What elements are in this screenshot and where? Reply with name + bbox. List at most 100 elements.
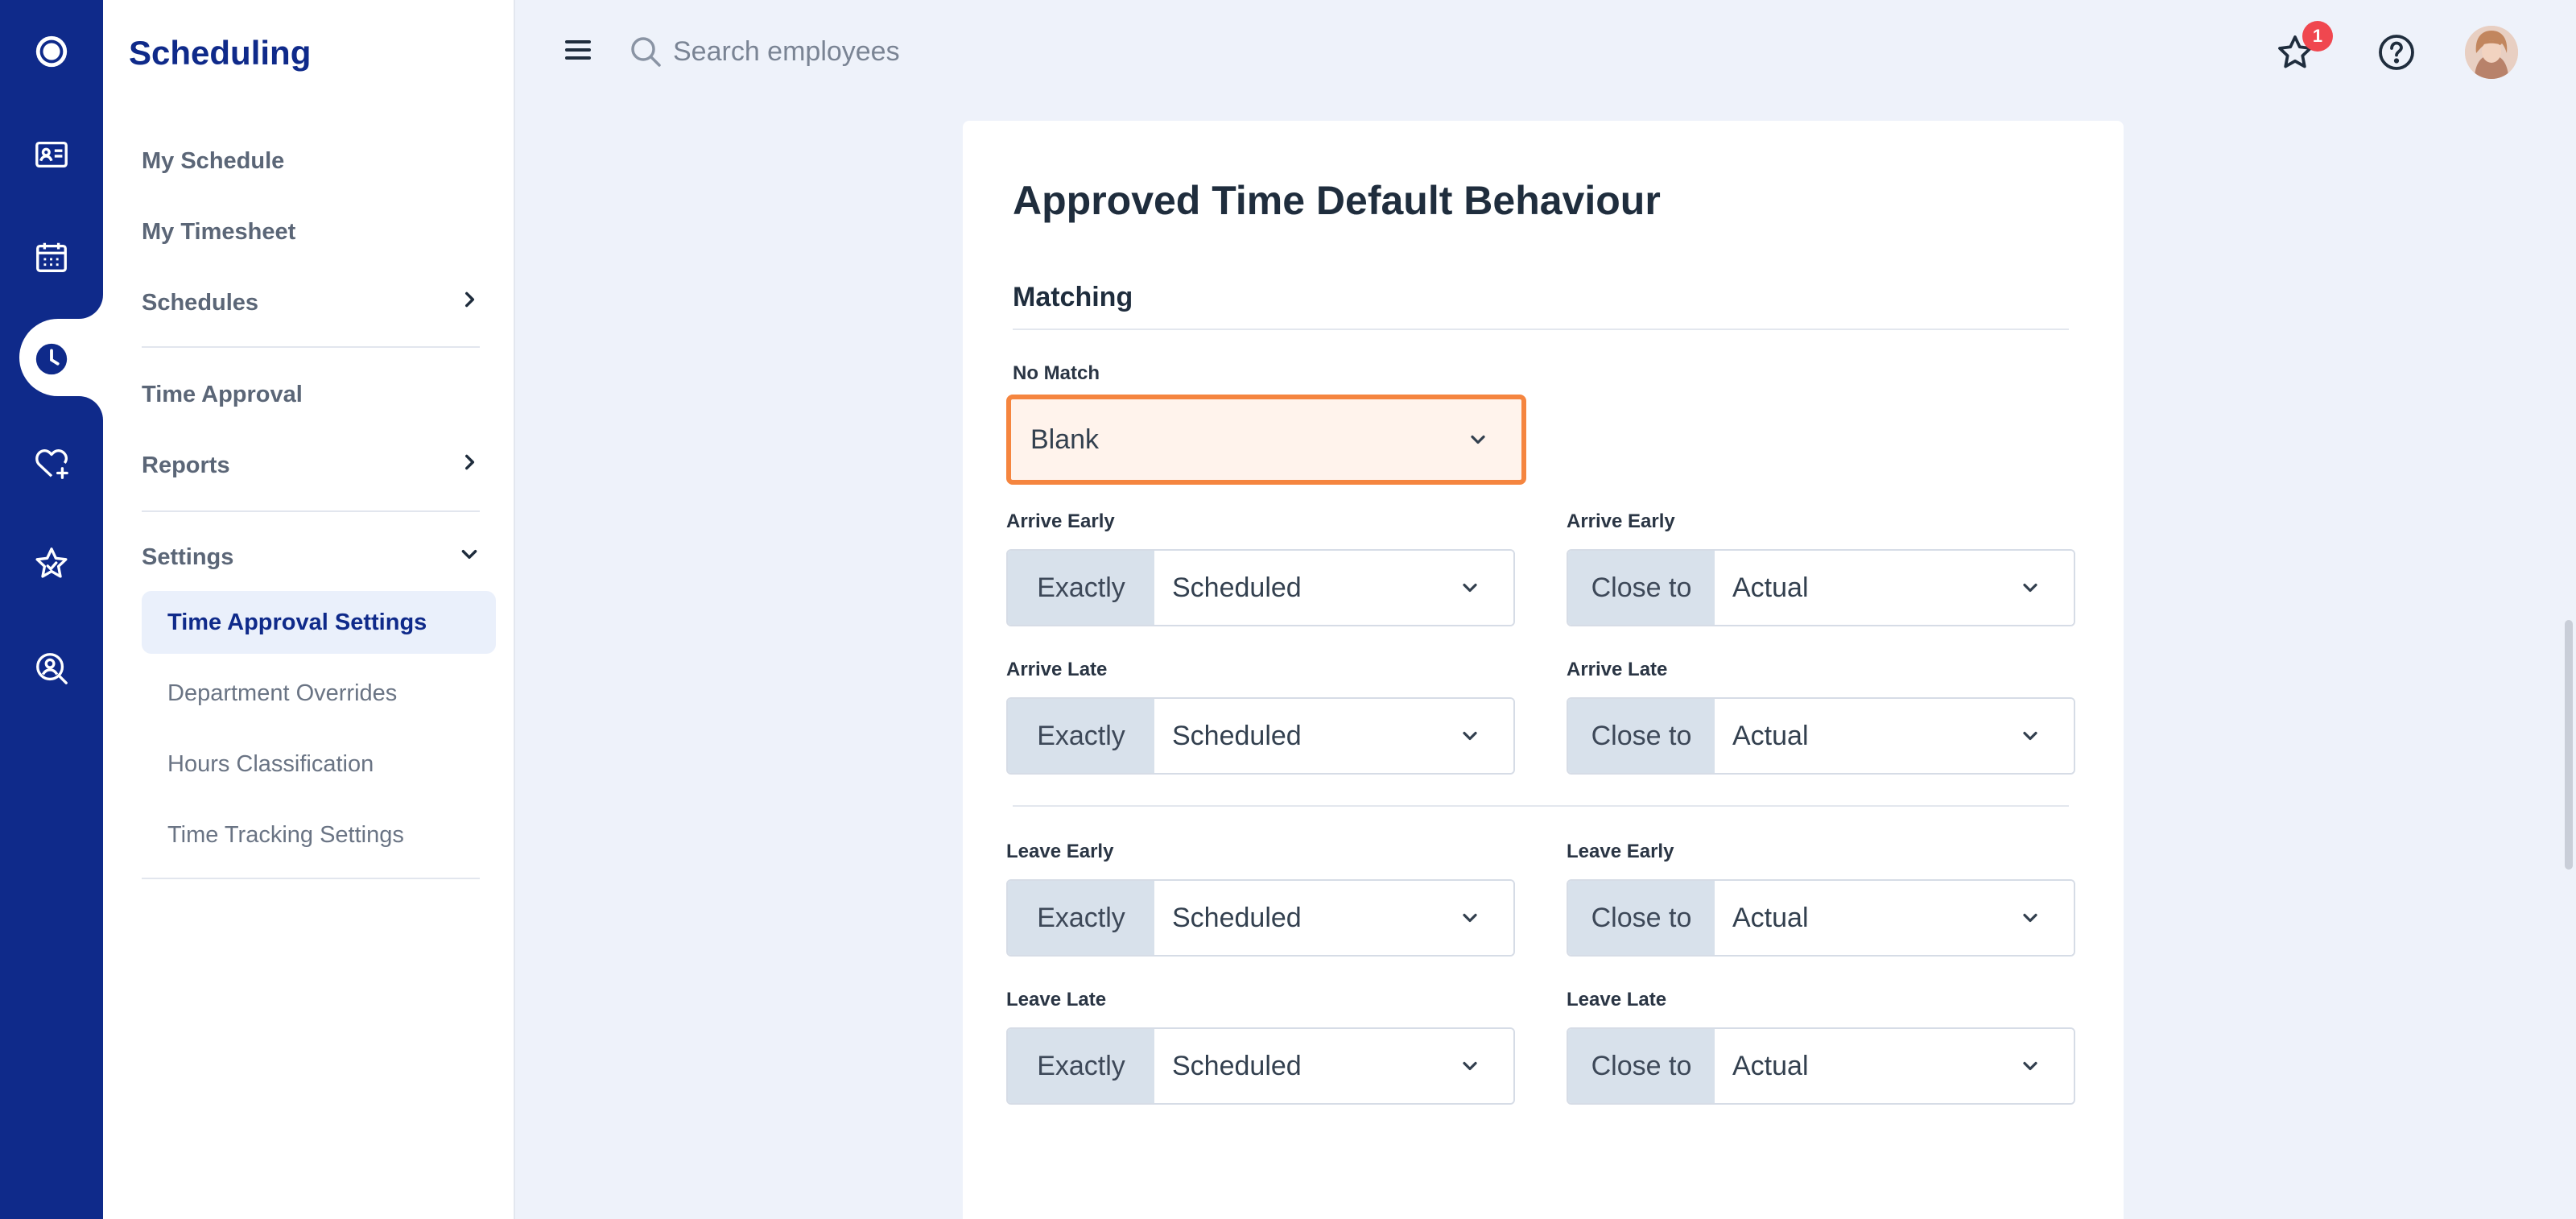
combo-prefix: Exactly [1008, 551, 1154, 625]
arrive-late-right-select[interactable]: Actual [1715, 699, 2074, 773]
field-label: Arrive Early [1567, 510, 1675, 532]
no-match-select[interactable]: Blank [1006, 395, 1526, 485]
rail-active-notch [79, 295, 103, 319]
subnav-item-label: Time Approval Settings [167, 609, 427, 635]
field-label: Leave Late [1006, 989, 1107, 1010]
search-input[interactable] [673, 24, 1236, 79]
field-label: Arrive Late [1567, 659, 1668, 680]
chevron-down-icon [1463, 731, 1477, 741]
field-label: Leave Late [1567, 989, 1667, 1010]
combo-prefix: Exactly [1008, 699, 1154, 773]
id-card-icon[interactable] [0, 114, 103, 195]
nav-divider [142, 878, 480, 879]
combo-prefix: Exactly [1008, 881, 1154, 955]
heart-plus-icon[interactable] [0, 424, 103, 504]
leave-early-left-combo: Exactly Scheduled [1006, 879, 1515, 957]
nav-item-label: My Timesheet [142, 218, 296, 245]
field-label: Leave Early [1006, 841, 1114, 862]
app-title: Scheduling [129, 34, 312, 72]
combo-prefix: Close to [1568, 551, 1715, 625]
arrive-late-left-select[interactable]: Scheduled [1154, 699, 1513, 773]
icon-rail [0, 0, 103, 1219]
arrive-early-right-select[interactable]: Actual [1715, 551, 2074, 625]
arrive-early-left-select[interactable]: Scheduled [1154, 551, 1513, 625]
leave-late-right-combo: Close to Actual [1567, 1027, 2075, 1105]
select-value: Blank [1030, 424, 1100, 455]
arrive-late-right-combo: Close to Actual [1567, 697, 2075, 775]
arrive-early-right-combo: Close to Actual [1567, 549, 2075, 626]
logo-icon[interactable] [0, 11, 103, 92]
nav-item-schedules[interactable]: Schedules [142, 274, 480, 332]
scrollbar-thumb[interactable] [2565, 620, 2573, 870]
chevron-right-icon [459, 289, 480, 316]
select-value: Scheduled [1172, 902, 1302, 933]
combo-prefix: Close to [1568, 1029, 1715, 1103]
nav-item-time-approval[interactable]: Time Approval [142, 366, 480, 424]
nav-item-reports[interactable]: Reports [142, 436, 480, 494]
clock-icon[interactable] [0, 319, 103, 399]
side-navigation: Scheduling My Schedule My Timesheet Sche… [103, 0, 515, 1219]
leave-late-right-select[interactable]: Actual [1715, 1029, 2074, 1103]
subnav-item-department-overrides[interactable]: Department Overrides [142, 662, 496, 725]
star-icon[interactable] [0, 523, 103, 604]
subnav-item-time-tracking-settings[interactable]: Time Tracking Settings [142, 804, 496, 866]
rail-active-notch [79, 396, 103, 420]
section-title-matching: Matching [1013, 282, 1133, 312]
nav-divider [142, 346, 480, 348]
leave-early-right-combo: Close to Actual [1567, 879, 2075, 957]
notification-badge: 1 [2302, 21, 2333, 52]
select-value: Scheduled [1172, 1050, 1302, 1081]
select-value: Actual [1732, 720, 1809, 751]
combo-prefix: Close to [1568, 881, 1715, 955]
nav-divider [142, 510, 480, 512]
select-value: Actual [1732, 902, 1809, 933]
section-divider [1013, 329, 2069, 330]
subnav-item-hours-classification[interactable]: Hours Classification [142, 733, 496, 795]
select-value: Actual [1732, 1050, 1809, 1081]
nav-item-settings[interactable]: Settings [142, 528, 480, 586]
chevron-down-icon [1471, 435, 1485, 444]
nav-item-label: Reports [142, 452, 230, 478]
nav-item-my-timesheet[interactable]: My Timesheet [142, 203, 480, 261]
chevron-down-icon [1463, 583, 1477, 593]
nav-item-label: My Schedule [142, 147, 285, 174]
subnav-item-label: Time Tracking Settings [167, 821, 404, 848]
select-value: Scheduled [1172, 572, 1302, 603]
user-avatar[interactable] [2465, 26, 2518, 79]
chevron-down-icon [1463, 1061, 1477, 1071]
leave-late-left-select[interactable]: Scheduled [1154, 1029, 1513, 1103]
subnav-item-label: Hours Classification [167, 750, 374, 777]
chevron-down-icon [459, 543, 480, 571]
search-icon [628, 34, 663, 69]
card-title: Approved Time Default Behaviour [1013, 178, 1661, 223]
nav-item-label: Schedules [142, 289, 259, 316]
leave-early-right-select[interactable]: Actual [1715, 881, 2074, 955]
search-person-icon[interactable] [0, 628, 103, 709]
arrive-late-left-combo: Exactly Scheduled [1006, 697, 1515, 775]
nav-item-label: Time Approval [142, 381, 303, 407]
section-divider [1013, 805, 2069, 807]
subnav-item-time-approval-settings[interactable]: Time Approval Settings [142, 591, 496, 654]
leave-late-left-combo: Exactly Scheduled [1006, 1027, 1515, 1105]
nav-item-my-schedule[interactable]: My Schedule [142, 132, 480, 190]
hamburger-menu-icon[interactable] [560, 32, 596, 68]
combo-prefix: Close to [1568, 699, 1715, 773]
scrollbar-track[interactable] [2560, 0, 2576, 1219]
field-label: Arrive Late [1006, 659, 1108, 680]
select-value: Scheduled [1172, 720, 1302, 751]
chevron-down-icon [2023, 583, 2037, 593]
leave-early-left-select[interactable]: Scheduled [1154, 881, 1513, 955]
no-match-label: No Match [1013, 362, 1100, 384]
chevron-right-icon [459, 452, 480, 479]
field-label: Leave Early [1567, 841, 1674, 862]
combo-prefix: Exactly [1008, 1029, 1154, 1103]
chevron-down-icon [2023, 1061, 2037, 1071]
help-icon[interactable] [2376, 32, 2417, 72]
nav-item-label: Settings [142, 543, 234, 570]
arrive-early-left-combo: Exactly Scheduled [1006, 549, 1515, 626]
chevron-down-icon [2023, 731, 2037, 741]
calendar-icon[interactable] [0, 217, 103, 298]
settings-card: Approved Time Default Behaviour Matching… [963, 121, 2124, 1219]
chevron-down-icon [1463, 913, 1477, 923]
subnav-item-label: Department Overrides [167, 680, 398, 706]
